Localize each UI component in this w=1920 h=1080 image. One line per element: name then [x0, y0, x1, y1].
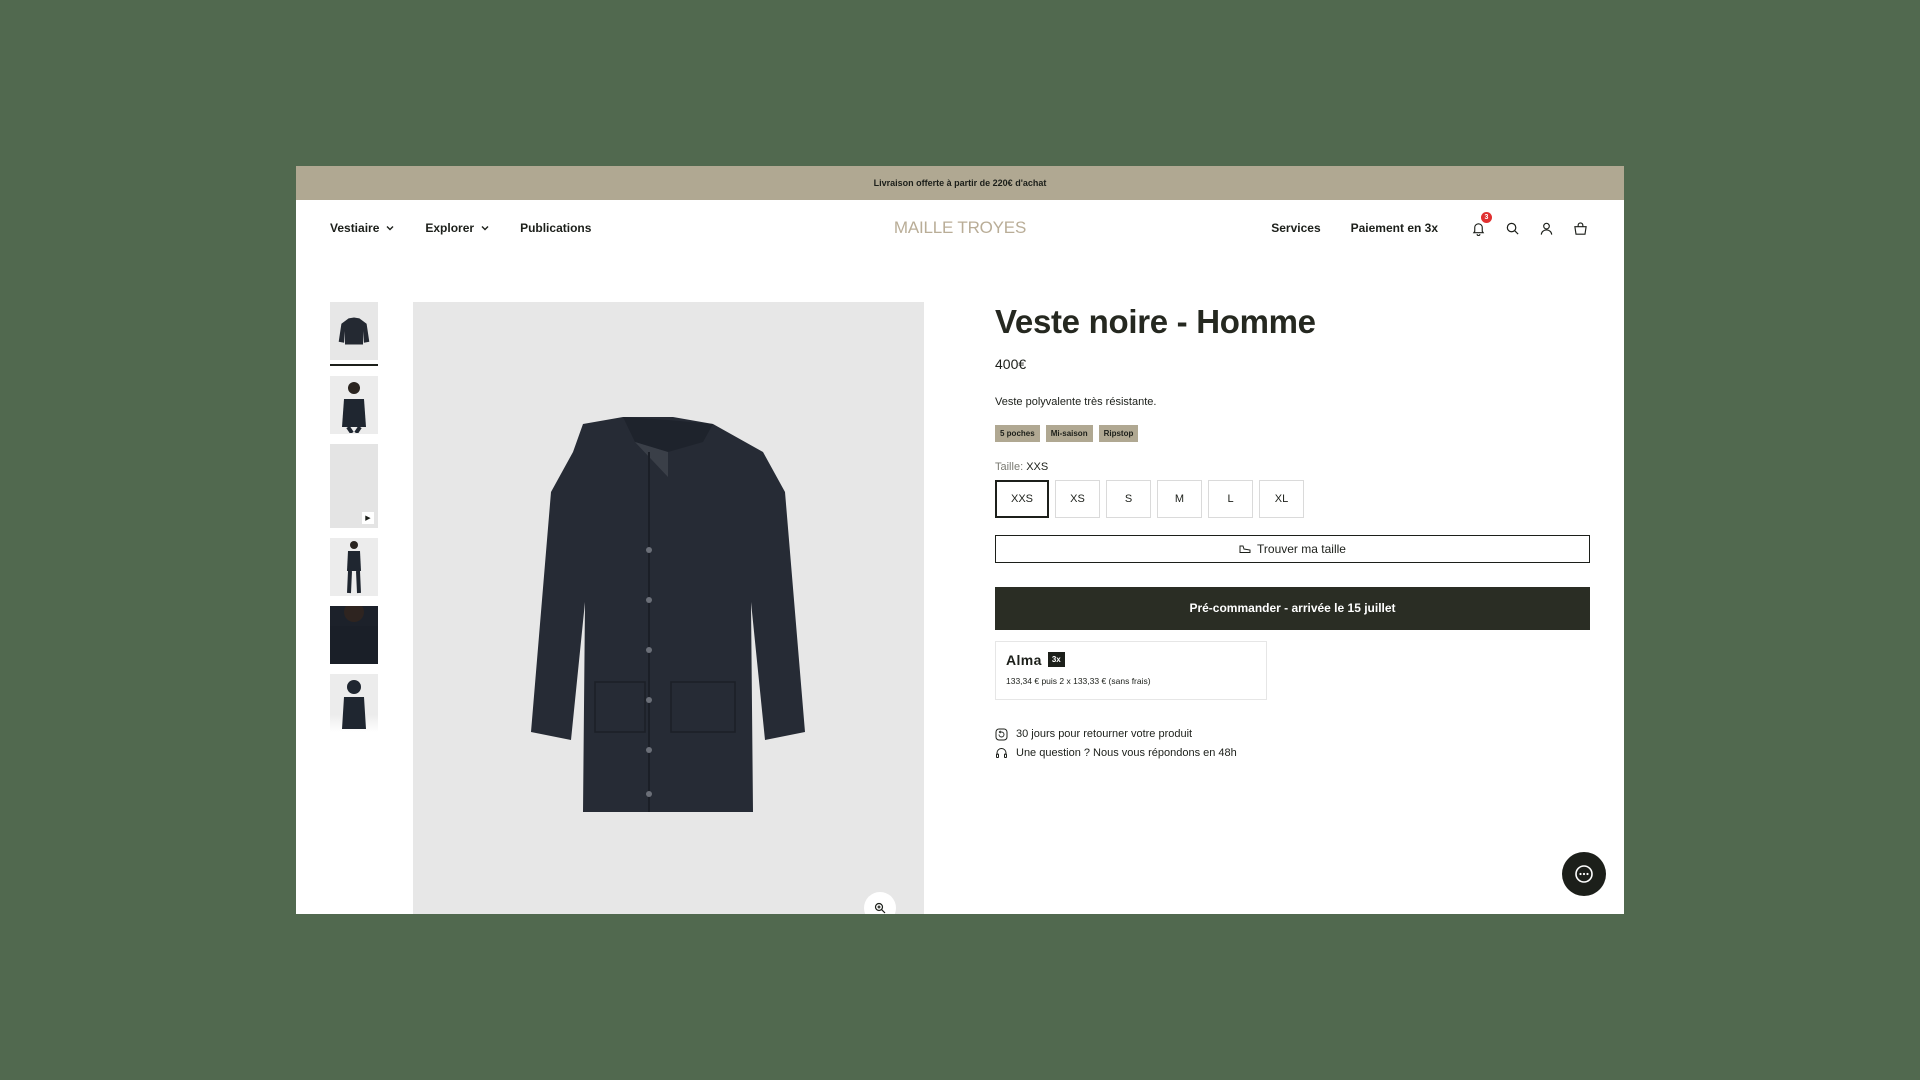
model-image — [330, 606, 378, 664]
chevron-down-icon — [481, 226, 489, 231]
product-title: Veste noire - Homme — [995, 303, 1316, 340]
model-image — [342, 680, 366, 729]
product-description: Veste polyvalente très résistante. — [995, 395, 1157, 408]
jacket-image — [531, 417, 805, 812]
perk-support: Une question ? Nous vous répondons en 48… — [995, 747, 1590, 760]
nav-vestiaire-label: Vestiaire — [330, 221, 380, 235]
thumbnail-model-front[interactable] — [330, 376, 378, 434]
secondary-nav: Services Paiement en 3x 3 — [1271, 212, 1590, 238]
nav-publications-label: Publications — [520, 221, 592, 235]
thumbnail-model-back[interactable] — [330, 674, 378, 732]
thumbnail-image — [330, 538, 378, 596]
size-option-l[interactable]: L — [1208, 479, 1254, 518]
thumbnail-list: ▶ — [330, 302, 378, 742]
product-price: 400€ — [995, 355, 1027, 372]
header-icons: 3 — [1468, 212, 1590, 238]
model-image — [347, 541, 361, 594]
notifications-button[interactable]: 3 — [1468, 212, 1492, 238]
tag: Mi-saison — [1045, 424, 1093, 442]
thumbnail-model-detail[interactable] — [330, 606, 378, 664]
site-header: Vestiaire Explorer Publications MAILLE T… — [296, 200, 1624, 256]
perk-returns: 30 jours pour retourner votre produit — [995, 728, 1590, 741]
nav-explorer-label: Explorer — [425, 221, 475, 235]
thumbnail-model-full[interactable] — [330, 538, 378, 596]
cart-button[interactable] — [1570, 218, 1590, 238]
size-option-m[interactable]: M — [1157, 479, 1203, 518]
cart-icon — [1573, 221, 1587, 235]
perks-list: 30 jours pour retourner votre produit Un… — [995, 728, 1590, 760]
main-nav: Vestiaire Explorer Publications — [330, 221, 591, 235]
nav-vestiaire[interactable]: Vestiaire — [330, 221, 395, 235]
preorder-button[interactable]: Pré-commander - arrivée le 15 juillet — [995, 586, 1590, 630]
alma-header: Alma 3x — [1006, 652, 1256, 668]
product-tags: 5 poches Mi-saison Ripstop — [995, 424, 1590, 442]
nav-services[interactable]: Services — [1271, 221, 1320, 235]
headset-icon — [996, 747, 1007, 758]
account-button[interactable] — [1536, 218, 1556, 238]
size-label-key: Taille: — [995, 460, 1024, 473]
main-product-image[interactable] — [413, 302, 924, 914]
account-icon — [1540, 222, 1552, 235]
size-selector: XXS XS S M L XL — [995, 479, 1590, 518]
tag: Ripstop — [1098, 424, 1139, 442]
perk-returns-text: 30 jours pour retourner votre produit — [1016, 728, 1193, 741]
alma-installments: 133,34 € puis 2 x 133,33 € (sans frais) — [1006, 675, 1151, 686]
jacket-image — [338, 317, 370, 345]
chat-button[interactable] — [1562, 852, 1606, 896]
thumbnail-jacket-flat[interactable] — [330, 302, 378, 366]
zoom-in-icon — [874, 902, 886, 914]
shoe-icon — [1239, 545, 1251, 553]
tag: 5 poches — [995, 424, 1040, 442]
perk-support-text: Une question ? Nous vous répondons en 48… — [1016, 747, 1237, 760]
nav-publications[interactable]: Publications — [520, 221, 591, 235]
size-option-xs[interactable]: XS — [1055, 479, 1101, 518]
nav-explorer[interactable]: Explorer — [425, 221, 490, 235]
thumbnail-image — [330, 606, 378, 664]
product-info: Veste noire - Homme 400€ Veste polyvalen… — [995, 302, 1590, 766]
thumbnail-video[interactable]: ▶ — [330, 444, 378, 528]
size-option-xl[interactable]: XL — [1259, 479, 1305, 518]
notification-badge: 3 — [1481, 212, 1492, 223]
find-size-label: Trouver ma taille — [1257, 541, 1346, 556]
return-icon — [995, 728, 1008, 741]
selected-size-value: XXS — [1026, 460, 1049, 473]
alma-widget[interactable]: Alma 3x 133,34 € puis 2 x 133,33 € (sans… — [995, 640, 1267, 700]
bell-icon — [1472, 222, 1484, 236]
chat-icon — [1575, 865, 1593, 883]
site-logo[interactable]: MAILLE TROYES — [894, 218, 1026, 238]
announcement-text: Livraison offerte à partir de 220€ d'ach… — [873, 178, 1047, 188]
announcement-bar: Livraison offerte à partir de 220€ d'ach… — [296, 166, 1624, 200]
play-icon: ▶ — [362, 512, 374, 524]
size-option-s[interactable]: S — [1106, 479, 1152, 518]
thumbnail-image — [330, 376, 378, 434]
size-label: Taille: XXS — [995, 461, 1590, 473]
alma-logo: Alma — [1006, 651, 1042, 668]
browser-page: Livraison offerte à partir de 220€ d'ach… — [296, 166, 1624, 914]
thumbnail-image — [330, 674, 378, 732]
size-option-xxs[interactable]: XXS — [995, 479, 1050, 518]
chevron-down-icon — [386, 226, 394, 231]
thumbnail-image — [330, 302, 378, 360]
search-button[interactable] — [1502, 218, 1522, 238]
model-image — [342, 382, 366, 433]
search-icon — [1506, 222, 1519, 235]
alma-badge: 3x — [1047, 652, 1065, 668]
nav-paiement-3x[interactable]: Paiement en 3x — [1351, 221, 1438, 235]
find-size-button[interactable]: Trouver ma taille — [995, 534, 1590, 563]
